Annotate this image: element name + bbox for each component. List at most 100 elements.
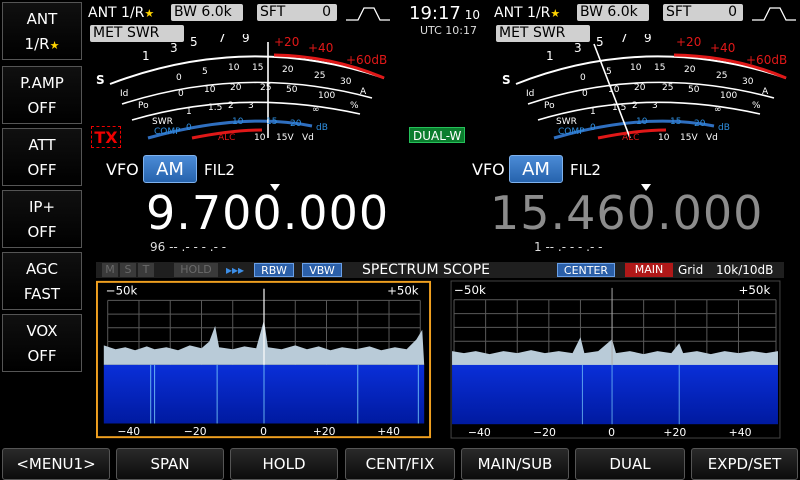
- swr-scale-tick: 3: [248, 101, 254, 111]
- dual-watch-indicator: DUAL-W: [409, 127, 466, 143]
- s-scale-tick: +40: [710, 41, 735, 55]
- star-icon: ★: [144, 7, 155, 20]
- id-scale-tick: 5: [606, 67, 612, 77]
- po-scale-tick: 100: [720, 91, 737, 101]
- swr-scale-tick: 1.5: [208, 103, 222, 113]
- po-scale-label: Po: [138, 101, 149, 111]
- filter-shape-icon: [346, 7, 390, 21]
- main-shift-indicator[interactable]: SFT 0: [257, 4, 337, 21]
- sidebar-item-ip-plus[interactable]: IP+ OFF: [2, 190, 82, 248]
- id-scale-unit: A: [360, 87, 367, 97]
- sidebar-item-label: ANT: [26, 10, 58, 28]
- sidebar-item-agc[interactable]: AGC FAST: [2, 252, 82, 310]
- id-scale-tick: 30: [742, 77, 754, 87]
- sub-span-right: +50k: [738, 283, 770, 297]
- id-scale-label: Id: [120, 89, 128, 99]
- sub-axis-tick: −40: [468, 426, 491, 439]
- main-analog-meter: S 1 3 5 7 9 +20 +40 +60dB Id Po 0 5 10 1…: [96, 34, 387, 143]
- s-scale-tick: 9: [242, 34, 250, 45]
- main-axis-tick: 0: [260, 425, 267, 438]
- s-scale-tick: +60dB: [346, 53, 387, 67]
- s-scale-tick: +40: [308, 41, 333, 55]
- grid-label: Grid: [678, 263, 704, 277]
- scope-chip-hold: HOLD: [174, 263, 218, 277]
- main-sub-button[interactable]: MAIN/SUB: [461, 448, 569, 480]
- sidebar-item-value: FAST: [23, 285, 61, 303]
- sub-bandwidth-indicator[interactable]: BW 6.0k: [577, 4, 649, 21]
- sidebar-item-label: ATT: [28, 136, 56, 154]
- comp-scale-tick: 10: [636, 117, 648, 127]
- s-scale-tick: 1: [546, 49, 554, 63]
- swr-scale-tick: 2: [632, 101, 638, 111]
- alc-label: ALC: [622, 133, 639, 143]
- sub-frequency[interactable]: 15.460.000: [490, 188, 763, 238]
- po-scale-tick: 20: [634, 83, 646, 93]
- po-scale-tick: 10: [608, 85, 620, 95]
- alc-label: ALC: [218, 133, 235, 143]
- dual-button[interactable]: DUAL: [575, 448, 685, 480]
- sub-memory-channel: 1 -- .- - - .- -: [534, 240, 603, 254]
- sidebar-item-vox[interactable]: VOX OFF: [2, 314, 82, 372]
- swr-scale-tick: 2: [228, 101, 234, 111]
- rbw-button[interactable]: RBW: [254, 263, 294, 277]
- scope-scale: 10k/10dB: [716, 263, 774, 277]
- po-scale-unit: %: [350, 101, 359, 111]
- s-scale-tick: 9: [644, 34, 652, 45]
- sidebar-item-value: OFF: [27, 347, 57, 365]
- main-filter-label: FIL2: [204, 161, 235, 179]
- tx-indicator: TX: [91, 126, 121, 148]
- comp-scale-tick: 15: [670, 117, 681, 127]
- comp-scale-tick: 0: [590, 123, 596, 133]
- swr-scale-label: SWR: [556, 117, 577, 127]
- vd-scale-unit: Vd: [706, 133, 718, 143]
- span-button[interactable]: SPAN: [116, 448, 224, 480]
- scope-center-mode[interactable]: CENTER: [557, 263, 615, 277]
- po-scale-tick: 50: [688, 85, 700, 95]
- po-scale-tick: 50: [286, 85, 298, 95]
- id-scale-tick: 15: [654, 63, 665, 73]
- main-axis-tick: −20: [184, 425, 207, 438]
- vd-scale-tick: 15V: [680, 133, 698, 143]
- sidebar-item-label: IP+: [28, 198, 56, 216]
- po-scale-tick: 100: [318, 91, 335, 101]
- sub-span-left: −50k: [454, 283, 486, 297]
- function-sidebar: ANT 1/R★ P.AMP OFF ATT OFF IP+ OFF AGC F…: [0, 0, 84, 378]
- comp-scale-tick: 20: [290, 119, 302, 129]
- sub-axis-tick: +40: [729, 426, 752, 439]
- scope-chip-t: T: [138, 263, 154, 277]
- s-scale-tick: +20: [274, 35, 299, 49]
- scope-title: SPECTRUM SCOPE: [362, 262, 490, 278]
- main-spectrum-panel[interactable]: −50k +50k −40 −20 0 +20 +40: [96, 280, 432, 440]
- expd-set-button[interactable]: EXPD/SET: [691, 448, 798, 480]
- main-bandwidth-indicator[interactable]: BW 6.0k: [171, 4, 243, 21]
- po-scale-tick: 25: [662, 83, 673, 93]
- main-memory-channel: 96 -- .- - - .- -: [150, 240, 227, 254]
- po-scale-tick: 20: [230, 83, 242, 93]
- vbw-button[interactable]: VBW: [302, 263, 342, 277]
- main-frequency[interactable]: 9.700.000: [146, 188, 389, 238]
- scope-chip-m: M: [102, 263, 118, 277]
- sidebar-item-preamp[interactable]: P.AMP OFF: [2, 66, 82, 124]
- menu1-button[interactable]: <MENU1>: [2, 448, 110, 480]
- s-scale-tick: 3: [574, 41, 582, 55]
- sidebar-item-antenna[interactable]: ANT 1/R★: [2, 2, 82, 60]
- sub-vfo-label: VFO: [472, 160, 505, 179]
- main-mode-button[interactable]: AM: [143, 155, 197, 183]
- sidebar-item-attenuator[interactable]: ATT OFF: [2, 128, 82, 186]
- hold-button[interactable]: HOLD: [230, 448, 338, 480]
- sub-shift-indicator[interactable]: SFT 0: [663, 4, 743, 21]
- sidebar-item-label: AGC: [25, 260, 59, 278]
- s-scale-tick: 3: [170, 41, 178, 55]
- swr-scale-label: SWR: [152, 117, 173, 127]
- sidebar-item-label: P.AMP: [20, 74, 64, 92]
- swr-scale-tick: ∞: [714, 105, 722, 115]
- main-axis-tick: −40: [117, 425, 140, 438]
- sub-mode-button[interactable]: AM: [509, 155, 563, 183]
- s-scale-tick: +60dB: [746, 53, 787, 67]
- sub-spectrum-panel[interactable]: −50k +50k −40 −20 0 +20 +40: [448, 280, 784, 440]
- sub-axis-tick: +20: [663, 426, 686, 439]
- main-antenna-status: ANT 1/R★: [88, 5, 155, 21]
- cent-fix-button[interactable]: CENT/FIX: [345, 448, 455, 480]
- main-axis-tick: +20: [313, 425, 336, 438]
- comp-scale-unit: dB: [316, 123, 328, 133]
